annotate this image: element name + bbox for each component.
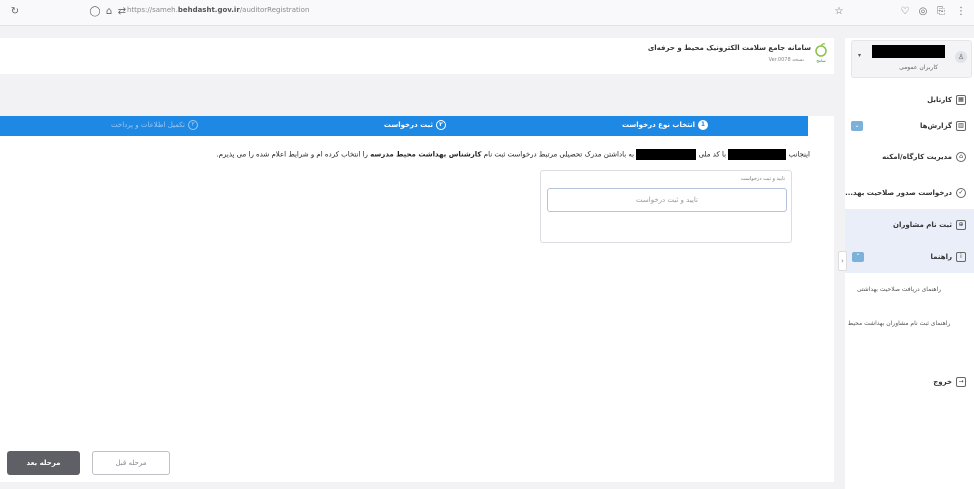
confirm-panel: تایید و ثبت درخواست تایید و ثبت درخواست: [540, 170, 792, 243]
dashboard-icon: ▦: [956, 95, 966, 105]
register-icon: ⊕: [956, 220, 966, 230]
step-2[interactable]: ۲ثبت درخواست: [384, 120, 446, 130]
pocket-icon[interactable]: ♡: [898, 5, 912, 19]
app-version: Ver.0078 نسخه: [768, 57, 804, 63]
confirm-submit-button[interactable]: تایید و ثبت درخواست: [547, 188, 787, 212]
report-icon: ▥: [956, 121, 966, 131]
user-role: کاربران عمومی: [899, 64, 938, 71]
lock-icon[interactable]: ⌂: [102, 5, 116, 19]
bookmark-star-icon[interactable]: ☆: [832, 5, 846, 19]
app-logo-icon: سامح: [815, 43, 827, 63]
agreement-text: اینجانب با کد ملی به باداشتن مدرک تحصیلی…: [216, 149, 810, 160]
sidebar-item-kartabl[interactable]: ▦ کارتابل: [845, 92, 974, 110]
app-name: سامانه جامع سلامت الکترونیک محیط و حرفه‌…: [647, 44, 811, 52]
national-id-redacted: [636, 149, 697, 160]
step-1[interactable]: 1انتخاب نوع درخواست: [622, 120, 708, 130]
sidebar-item-workshop[interactable]: ⌂ مدیریت کارگاه/امکنه: [845, 149, 974, 167]
extensions-icon[interactable]: ⎘: [934, 5, 948, 19]
chevron-down-icon[interactable]: ▾: [858, 52, 861, 59]
shield-icon[interactable]: ◯: [88, 5, 102, 19]
user-name-redacted: [872, 45, 945, 58]
sidebar-collapse-toggle[interactable]: ›: [838, 251, 847, 271]
sidebar-item-consultant-registration[interactable]: ⊕ ثبت نام مشاوران: [845, 209, 974, 241]
full-name-redacted: [728, 149, 787, 160]
app-header: سامانه جامع سلامت الکترونیک محیط و حرفه‌…: [0, 38, 834, 74]
expand-icon[interactable]: ⌄: [851, 121, 863, 131]
confirm-title: تایید و ثبت درخواست: [740, 176, 785, 182]
sidebar-subitem-certificate-guide[interactable]: راهنمای دریافت صلاحیت بهداشتی: [845, 285, 953, 295]
certificate-icon: ✓: [956, 188, 966, 198]
browser-toolbar: ↻ ◯ ⌂ ⇄ https://sameh.behdasht.gov.ir/au…: [0, 0, 974, 26]
sidebar-item-reports[interactable]: ▥ گزارش‌ها ⌄: [845, 118, 974, 136]
step-3[interactable]: ۳تکمیل اطلاعات و پرداخت: [111, 120, 198, 130]
reload-icon[interactable]: ↻: [8, 5, 22, 19]
address-bar[interactable]: https://sameh.behdasht.gov.ir/auditorReg…: [127, 6, 309, 14]
account-icon[interactable]: ◎: [916, 5, 930, 19]
menu-icon[interactable]: ⋮: [954, 5, 968, 19]
sidebar-item-logout[interactable]: → خروج: [845, 374, 974, 392]
previous-step-button[interactable]: مرحله قبل: [92, 451, 170, 475]
workshop-icon: ⌂: [956, 152, 966, 162]
sidebar-item-help[interactable]: i راهنما ⌃: [845, 241, 974, 273]
collapse-icon[interactable]: ⌃: [852, 252, 864, 262]
logout-icon: →: [956, 377, 966, 387]
sidebar-item-certificate[interactable]: ✓ درخواست صدور صلاحیت بهد...: [845, 185, 974, 203]
next-step-button[interactable]: مرحله بعد: [7, 451, 80, 475]
svg-text:سامح: سامح: [816, 58, 826, 63]
user-card[interactable]: ▾ ♙ کاربران عمومی: [851, 40, 972, 78]
help-icon: i: [956, 252, 966, 262]
sidebar-subitem-consultant-guide[interactable]: راهنمای ثبت نام مشاوران بهداشت محیط: [845, 319, 953, 329]
stepper: 1انتخاب نوع درخواست ۲ثبت درخواست ۳تکمیل …: [0, 116, 808, 136]
user-avatar-icon: ♙: [955, 51, 967, 63]
